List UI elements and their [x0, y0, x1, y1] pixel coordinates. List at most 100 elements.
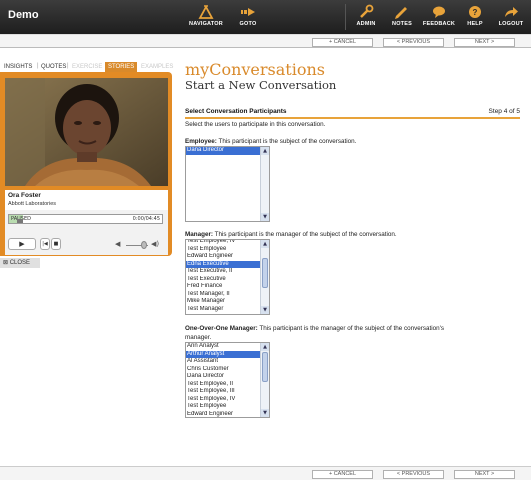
employee-label-bold: Employee: — [185, 138, 217, 145]
close-video-button[interactable]: ⊠ CLOSE — [0, 258, 40, 268]
list-option[interactable]: Test Manager — [186, 306, 260, 314]
list-option[interactable]: Edward Engineer — [186, 253, 260, 261]
manager-listbox[interactable]: Test Employee, IV Test Employee Edward Eng… — [185, 239, 270, 315]
ooo-manager-listbox[interactable]: Ann Analyst Arthur Analyst Al Assistant Chr… — [185, 342, 270, 418]
manager-scroll-thumb[interactable] — [262, 258, 268, 288]
navigator-label: NAVIGATOR — [189, 21, 223, 27]
rewind-button[interactable]: |◀ — [40, 238, 50, 250]
page-subtitle: Start a New Conversation — [185, 78, 337, 92]
video-frame[interactable] — [5, 78, 168, 186]
employee-options: Dana Director — [186, 147, 260, 155]
notes-icon — [395, 7, 407, 19]
logout-label: LOGOUT — [498, 21, 524, 27]
speaker-organization: Abbott Laboratories — [8, 201, 57, 207]
list-option[interactable]: Chris Customer — [186, 366, 260, 374]
goto-button[interactable]: GOTO — [233, 3, 263, 31]
logout-button[interactable]: LOGOUT — [496, 3, 526, 31]
manager-scrollbar[interactable]: ▲ ▼ — [260, 240, 269, 314]
manager-options: Test Employee, IV Test Employee Edward Eng… — [186, 240, 260, 314]
page-title: myConversations — [185, 60, 325, 79]
feedback-label: FEEDBACK — [422, 21, 456, 27]
ooo-manager-options: Ann Analyst Arthur Analyst Al Assistant Chr… — [186, 343, 260, 418]
list-option[interactable]: Test Employee, III — [186, 388, 260, 396]
top-navigation-bar: Demo NAVIGATOR GOTO ADMIN NOTES FEEDBACK… — [0, 0, 531, 34]
admin-label: ADMIN — [356, 21, 376, 27]
speaker-caption: Ora Foster Abbott Laboratories — [5, 190, 168, 210]
tab-examples[interactable]: EXAMPLES — [141, 62, 173, 72]
list-option[interactable]: Test Employee, IV — [186, 396, 260, 404]
notes-button[interactable]: NOTES — [389, 3, 415, 31]
speaker-portrait — [5, 78, 168, 186]
tab-quotes[interactable]: QUOTES — [41, 62, 66, 72]
list-option[interactable]: Mike Manager — [186, 298, 260, 306]
ooo-scrollbar[interactable]: ▲ ▼ — [260, 343, 269, 417]
list-option[interactable]: Al Assistant — [186, 358, 260, 366]
manager-label: Manager: This participant is the manager… — [185, 231, 397, 238]
wizard-pager-bottom: + CANCEL < PREVIOUS NEXT > — [0, 466, 531, 480]
video-scrubber-handle[interactable] — [17, 219, 23, 223]
navigator-button[interactable]: NAVIGATOR — [188, 3, 224, 31]
list-option[interactable]: Edward Engineer — [186, 411, 260, 418]
volume-knob[interactable] — [141, 241, 147, 249]
ooo-manager-label-line2: manager. — [185, 334, 212, 341]
play-button[interactable]: ▶ — [8, 238, 36, 250]
speaker-name: Ora Foster — [8, 192, 41, 199]
help-button[interactable]: ? HELP — [463, 3, 487, 31]
scroll-down-icon[interactable]: ▼ — [261, 409, 269, 417]
feedback-icon — [433, 6, 445, 18]
nav-divider — [345, 4, 346, 30]
rewind-icon: |◀ — [42, 241, 48, 247]
employee-scrollbar[interactable]: ▲ ▼ — [260, 147, 269, 221]
admin-icon — [360, 4, 374, 18]
scroll-up-icon[interactable]: ▲ — [261, 343, 269, 351]
help-label: HELP — [467, 21, 483, 27]
tab-divider: | — [37, 63, 39, 69]
stop-icon: ■ — [53, 241, 59, 247]
scroll-down-icon[interactable]: ▼ — [261, 213, 269, 221]
tab-exercise[interactable]: EXERCISE — [72, 62, 102, 72]
volume-icon[interactable]: ◀ — [115, 240, 120, 248]
ooo-label-bold: One-Over-One Manager: — [185, 325, 258, 332]
manager-label-bold: Manager: — [185, 231, 213, 238]
list-option[interactable]: Test Employee — [186, 403, 260, 411]
video-time: 0:00/04:45 — [132, 216, 160, 222]
play-icon: ▶ — [19, 240, 25, 248]
employee-label-text: This participant is the subject of the c… — [216, 138, 357, 145]
cancel-button[interactable]: + CANCEL — [312, 38, 373, 47]
next-button[interactable]: NEXT > — [454, 38, 515, 47]
goto-icon — [241, 8, 255, 16]
list-option[interactable]: Test Executive — [186, 276, 260, 284]
list-option[interactable]: Ann Analyst — [186, 343, 260, 351]
video-progress-bar[interactable]: PAUSED 0:00/04:45 — [8, 214, 163, 224]
instruction-text: Select the users to participate in this … — [185, 121, 326, 128]
employee-listbox[interactable]: Dana Director ▲ ▼ — [185, 146, 270, 222]
scroll-down-icon[interactable]: ▼ — [261, 306, 269, 314]
list-option[interactable]: Dana Director — [186, 147, 260, 155]
feedback-button[interactable]: FEEDBACK — [421, 3, 457, 31]
wizard-pager-top: + CANCEL < PREVIOUS NEXT > — [0, 34, 531, 48]
list-option[interactable]: Test Manager, II — [186, 291, 260, 299]
stop-button[interactable]: ■ — [51, 238, 61, 250]
employee-label: Employee: This participant is the subjec… — [185, 138, 356, 145]
next-button[interactable]: NEXT > — [454, 470, 515, 479]
cancel-button[interactable]: + CANCEL — [312, 470, 373, 479]
ooo-manager-label: One-Over-One Manager: This participant i… — [185, 325, 444, 332]
manager-label-text: This participant is the manager of the s… — [213, 231, 397, 238]
list-option[interactable]: Test Employee — [186, 246, 260, 254]
list-option[interactable]: Dana Director — [186, 373, 260, 381]
goto-label: GOTO — [239, 21, 257, 27]
list-option[interactable]: Arthur Analyst — [186, 350, 260, 358]
scroll-up-icon[interactable]: ▲ — [261, 240, 269, 248]
list-option[interactable]: Fred Finance — [186, 283, 260, 291]
list-option[interactable]: Test Executive, II — [186, 268, 260, 276]
admin-button[interactable]: ADMIN — [352, 3, 380, 31]
list-option[interactable]: Edna Executive — [186, 260, 260, 268]
list-option[interactable]: Test Employee, II — [186, 381, 260, 389]
volume-max-icon[interactable]: ◀) — [151, 240, 159, 248]
tab-insights[interactable]: INSIGHTS — [4, 62, 32, 72]
previous-button[interactable]: < PREVIOUS — [383, 38, 444, 47]
ooo-scroll-thumb[interactable] — [262, 352, 268, 382]
scroll-up-icon[interactable]: ▲ — [261, 147, 269, 155]
previous-button[interactable]: < PREVIOUS — [383, 470, 444, 479]
tab-stories[interactable]: STORIES — [105, 62, 138, 72]
